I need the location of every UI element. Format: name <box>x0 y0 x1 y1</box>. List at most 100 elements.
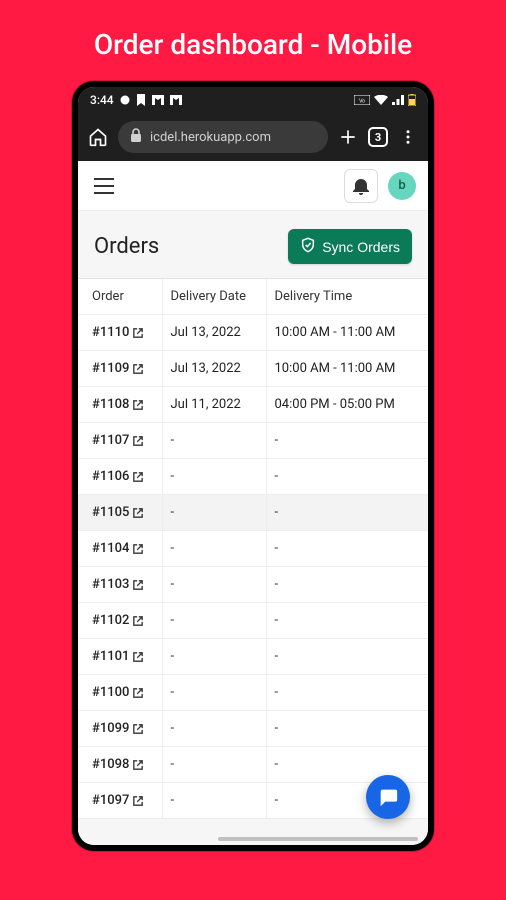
delivery-date-cell: - <box>162 639 266 675</box>
delivery-time-cell: - <box>266 639 428 675</box>
external-link-icon <box>133 472 143 482</box>
order-id-cell[interactable]: #1098 <box>78 747 162 783</box>
external-link-icon <box>133 796 143 806</box>
order-id-cell[interactable]: #1107 <box>78 423 162 459</box>
order-id: #1106 <box>92 469 129 484</box>
vowifi-icon: Vo <box>354 95 370 105</box>
delivery-time-cell: - <box>266 531 428 567</box>
order-id: #1100 <box>92 685 129 700</box>
horizontal-scroll-indicator[interactable] <box>218 837 418 841</box>
col-delivery-date[interactable]: Delivery Date <box>162 279 266 315</box>
order-id-cell[interactable]: #1097 <box>78 783 162 819</box>
content-area: Orders Sync Orders Order Delivery Date D… <box>78 211 428 845</box>
gmail-icon <box>152 95 164 105</box>
table-row[interactable]: #1103 -- <box>78 567 428 603</box>
order-id: #1103 <box>92 577 129 592</box>
table-row[interactable]: #1099-- <box>78 711 428 747</box>
order-id-cell[interactable]: #1101 <box>78 639 162 675</box>
delivery-date-cell: - <box>162 567 266 603</box>
home-icon[interactable] <box>86 125 110 149</box>
order-id-cell[interactable]: #1106 <box>78 459 162 495</box>
order-id-cell[interactable]: #1110 <box>78 315 162 351</box>
external-link-icon <box>133 760 143 770</box>
order-id: #1104 <box>92 541 129 556</box>
page-title: Order dashboard - Mobile <box>0 0 506 81</box>
battery-icon <box>408 94 416 106</box>
delivery-time-cell: - <box>266 747 428 783</box>
notifications-button[interactable] <box>344 169 378 203</box>
order-id-cell[interactable]: #1102 <box>78 603 162 639</box>
order-id: #1097 <box>92 793 129 808</box>
orders-table: Order Delivery Date Delivery Time #1110 J… <box>78 279 428 819</box>
circle-icon <box>120 95 130 105</box>
delivery-time-cell: - <box>266 603 428 639</box>
delivery-date-cell: Jul 13, 2022 <box>162 315 266 351</box>
order-id-cell[interactable]: #1108 <box>78 387 162 423</box>
table-row[interactable]: #1109Jul 13, 202210:00 AM - 11:00 AM <box>78 351 428 387</box>
order-id: #1110 <box>92 325 129 340</box>
delivery-date-cell: - <box>162 747 266 783</box>
table-row[interactable]: #1100-- <box>78 675 428 711</box>
url-bar[interactable]: icdel.herokuapp.com <box>118 121 328 153</box>
order-id: #1099 <box>92 721 129 736</box>
delivery-date-cell: Jul 13, 2022 <box>162 351 266 387</box>
delivery-time-cell: - <box>266 675 428 711</box>
delivery-date-cell: - <box>162 783 266 819</box>
table-row[interactable]: #1101 -- <box>78 639 428 675</box>
sync-orders-label: Sync Orders <box>322 239 400 255</box>
table-row[interactable]: #1104-- <box>78 531 428 567</box>
delivery-date-cell: Jul 11, 2022 <box>162 387 266 423</box>
wifi-icon <box>374 95 388 105</box>
shield-check-icon <box>300 237 316 256</box>
order-id-cell[interactable]: #1100 <box>78 675 162 711</box>
order-id: #1107 <box>92 433 129 448</box>
order-id-cell[interactable]: #1099 <box>78 711 162 747</box>
order-id-cell[interactable]: #1103 <box>78 567 162 603</box>
delivery-date-cell: - <box>162 495 266 531</box>
external-link-icon <box>133 508 143 518</box>
delivery-time-cell: - <box>266 567 428 603</box>
chat-fab[interactable] <box>366 775 410 819</box>
svg-text:Vo: Vo <box>359 99 365 105</box>
order-id-cell[interactable]: #1105 <box>78 495 162 531</box>
table-row[interactable]: #1108Jul 11, 202204:00 PM - 05:00 PM <box>78 387 428 423</box>
col-delivery-time[interactable]: Delivery Time <box>266 279 428 315</box>
col-order[interactable]: Order <box>78 279 162 315</box>
table-row[interactable]: #1105-- <box>78 495 428 531</box>
delivery-time-cell: 10:00 AM - 11:00 AM <box>266 315 428 351</box>
sync-orders-button[interactable]: Sync Orders <box>288 229 412 264</box>
order-id: #1108 <box>92 397 129 412</box>
delivery-time-cell: - <box>266 459 428 495</box>
delivery-date-cell: - <box>162 711 266 747</box>
delivery-time-cell: 10:00 AM - 11:00 AM <box>266 351 428 387</box>
delivery-date-cell: - <box>162 603 266 639</box>
browser-bar: icdel.herokuapp.com 3 <box>78 113 428 161</box>
external-link-icon <box>133 544 143 554</box>
menu-icon[interactable] <box>90 172 118 200</box>
more-icon[interactable] <box>396 125 420 149</box>
orders-table-wrap: Order Delivery Date Delivery Time #1110 J… <box>78 278 428 819</box>
avatar[interactable]: b <box>388 172 416 200</box>
external-link-icon <box>133 616 143 626</box>
order-id: #1102 <box>92 613 129 628</box>
order-id: #1098 <box>92 757 129 772</box>
table-row[interactable]: #1110 Jul 13, 202210:00 AM - 11:00 AM <box>78 315 428 351</box>
tab-count[interactable]: 3 <box>368 127 388 147</box>
table-row[interactable]: #1098 -- <box>78 747 428 783</box>
order-id: #1101 <box>92 649 129 664</box>
device-frame: 3:44 Vo icdel.herokuapp.com <box>72 81 434 851</box>
table-row[interactable]: #1107-- <box>78 423 428 459</box>
table-row[interactable]: #1106-- <box>78 459 428 495</box>
new-tab-icon[interactable] <box>336 125 360 149</box>
external-link-icon <box>133 580 143 590</box>
external-link-icon <box>133 400 143 410</box>
gmail-icon <box>170 95 182 105</box>
order-id-cell[interactable]: #1109 <box>78 351 162 387</box>
external-link-icon <box>133 688 143 698</box>
order-id-cell[interactable]: #1104 <box>78 531 162 567</box>
device-screen: 3:44 Vo icdel.herokuapp.com <box>78 87 428 845</box>
delivery-time-cell: - <box>266 423 428 459</box>
table-row[interactable]: #1102 -- <box>78 603 428 639</box>
bookmark-icon <box>136 94 146 106</box>
delivery-time-cell: - <box>266 495 428 531</box>
